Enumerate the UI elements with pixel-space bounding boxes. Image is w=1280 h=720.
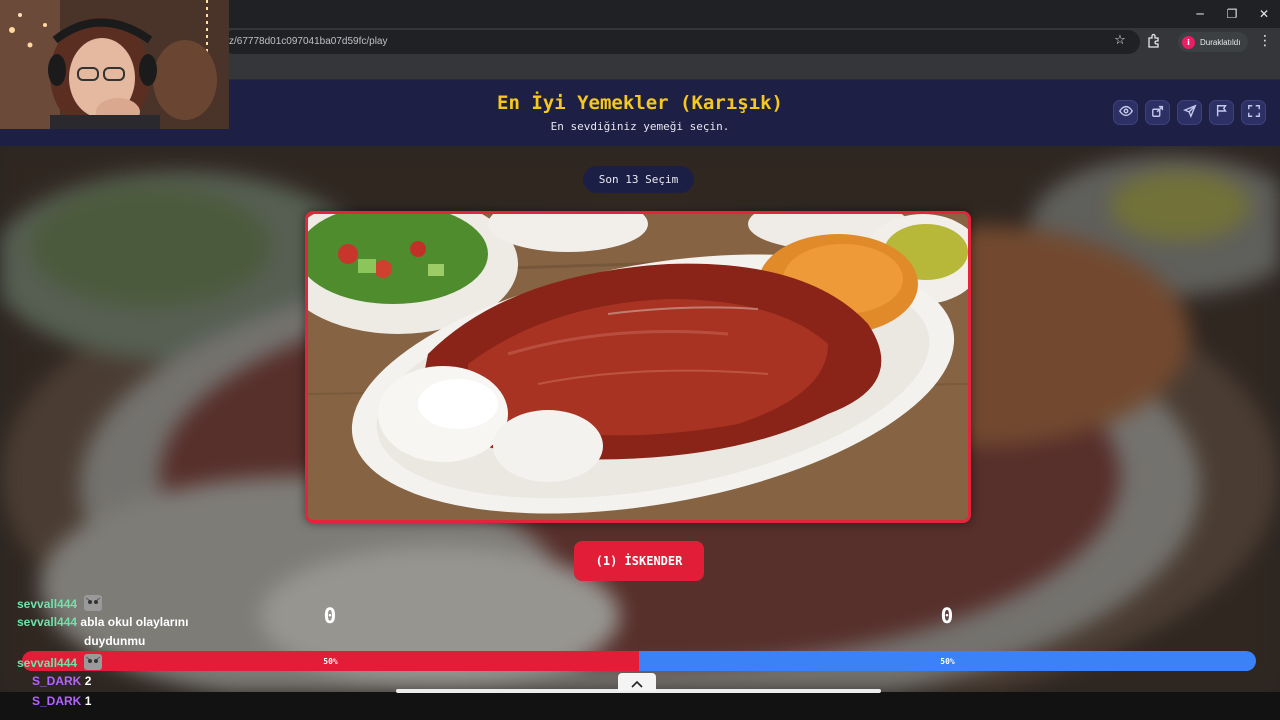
minimize-button[interactable]: ─ xyxy=(1184,0,1216,28)
chat-username: sevvall444 xyxy=(17,656,78,670)
extensions-icon[interactable] xyxy=(1146,33,1162,49)
more-options-icon[interactable]: ⋮ xyxy=(1258,33,1272,49)
report-button[interactable] xyxy=(1209,100,1234,125)
flag-icon xyxy=(1215,103,1229,122)
score-left: 0 xyxy=(323,604,337,628)
food-option-card[interactable] xyxy=(305,211,971,523)
cat-emote-icon xyxy=(84,595,103,611)
vote-progress-bar: 50% 50% xyxy=(22,651,1256,671)
chat-text: 1 xyxy=(84,694,92,708)
profile-button[interactable]: i Duraklatıldı xyxy=(1178,32,1249,52)
profile-avatar: i xyxy=(1182,35,1195,49)
fullscreen-icon xyxy=(1247,103,1261,122)
choice-button[interactable]: (1) İSKENDER xyxy=(574,541,704,581)
address-bar-url: z/67778d01c097041ba07d59fc/play xyxy=(229,36,388,47)
bookmark-star-icon[interactable]: ☆ xyxy=(1112,33,1128,49)
chat-text: 2 xyxy=(84,674,92,688)
restore-button[interactable]: ❐ xyxy=(1216,0,1248,28)
chat-message: sevvall444 xyxy=(17,654,103,670)
chevron-up-icon xyxy=(631,673,643,692)
share-button[interactable] xyxy=(1145,100,1170,125)
chat-message: sevvall444 xyxy=(17,595,103,611)
profile-status-label: Duraklatıldı xyxy=(1200,37,1241,47)
chat-message: S_DARK 1 xyxy=(32,694,91,708)
vote-bar-left: 50% xyxy=(22,651,639,671)
chat-message-continuation: duydunmu xyxy=(84,634,145,648)
app-root: ─ ❐ ✕ z/67778d01c097041ba07d59fc/play ☆ … xyxy=(0,0,1280,720)
vote-left-label: 50% xyxy=(323,656,338,666)
round-indicator: Son 13 Seçim xyxy=(583,166,694,193)
chat-username: S_DARK xyxy=(32,674,82,688)
cat-emote-icon xyxy=(84,654,103,670)
chat-username: sevvall444 xyxy=(17,615,78,629)
score-right: 0 xyxy=(940,604,954,628)
share-icon xyxy=(1151,103,1165,122)
chat-username: sevvall444 xyxy=(17,597,78,611)
vote-right-label: 50% xyxy=(940,656,955,666)
fullscreen-button[interactable] xyxy=(1241,100,1266,125)
send-icon xyxy=(1182,103,1197,122)
collapse-toggle-button[interactable] xyxy=(618,673,656,691)
chat-username: S_DARK xyxy=(32,694,82,708)
iskender-food-image xyxy=(308,214,968,520)
send-button[interactable] xyxy=(1177,100,1202,125)
chat-message: S_DARK 2 xyxy=(32,674,91,688)
webcam-overlay xyxy=(0,0,229,129)
chat-text: duydunmu xyxy=(84,634,146,648)
chat-message: sevvall444 abla okul olaylarını xyxy=(17,615,188,629)
eye-button[interactable] xyxy=(1113,100,1138,125)
vote-bar-right: 50% xyxy=(639,651,1256,671)
close-button[interactable]: ✕ xyxy=(1248,0,1280,28)
window-controls: ─ ❐ ✕ xyxy=(1184,0,1280,28)
eye-icon xyxy=(1118,103,1133,122)
bottom-strip xyxy=(0,692,1280,720)
chat-text: abla okul olaylarını xyxy=(80,615,189,629)
